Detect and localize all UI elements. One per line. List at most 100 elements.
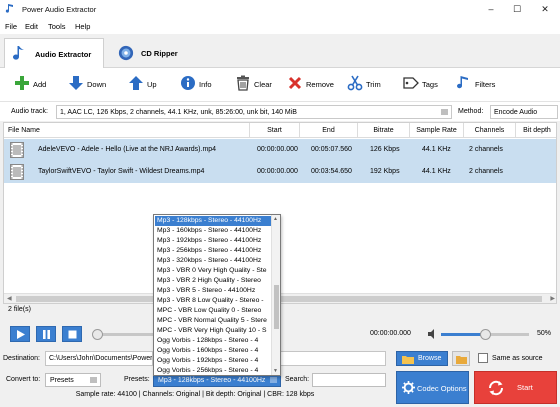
preset-option[interactable]: Mp3 - 192kbps - Stereo - 44100Hz: [155, 236, 272, 246]
column-bit-depth[interactable]: Bit depth: [516, 123, 556, 138]
current-time: 00:00:00.000: [370, 330, 411, 337]
tags-label: Tags: [422, 80, 438, 89]
preset-option[interactable]: Ogg Vorbis - 128kbps - Stereo - 4: [155, 336, 272, 346]
preset-option[interactable]: Ogg Vorbis - 160kbps - Stereo - 4: [155, 346, 272, 356]
trash-icon: [237, 75, 249, 91]
start-button[interactable]: Start: [474, 371, 557, 404]
close-icon[interactable]: ✕: [532, 0, 558, 19]
menu-help[interactable]: Help: [75, 22, 90, 31]
scissors-icon: [347, 75, 363, 91]
column-end[interactable]: End: [300, 123, 358, 138]
tab-audio-extractor[interactable]: Audio Extractor: [4, 38, 104, 68]
play-icon: [17, 330, 25, 339]
codec-options-button[interactable]: Codec Options: [396, 371, 469, 404]
convert-to-select[interactable]: Presets: [45, 373, 101, 387]
column-sample-rate[interactable]: Sample Rate: [410, 123, 464, 138]
menu-file[interactable]: File: [5, 22, 17, 31]
tab-cd-ripper[interactable]: CD Ripper: [108, 38, 188, 68]
volume-knob[interactable]: [480, 329, 491, 340]
scroll-down-icon[interactable]: ▼: [273, 368, 278, 374]
tag-icon: [403, 77, 419, 89]
column-channels[interactable]: Channels: [464, 123, 516, 138]
open-folder-icon: [456, 356, 467, 364]
preset-option[interactable]: Mp3 - 128kbps - Stereo - 44100Hz: [155, 216, 272, 226]
cell-start: 00:00:00.000: [257, 168, 298, 175]
presets-dropdown-list[interactable]: Mp3 - 128kbps - Stereo - 44100Hz Mp3 - 16…: [153, 214, 281, 376]
presets-label: Presets:: [124, 376, 150, 383]
cd-icon: [118, 45, 134, 61]
preset-option[interactable]: Ogg Vorbis - 256kbps - Stereo - 4: [155, 366, 272, 375]
menu-edit[interactable]: Edit: [25, 22, 38, 31]
scroll-up-icon[interactable]: ▲: [273, 216, 278, 222]
cell-sample-rate: 44.1 KHz: [422, 168, 451, 175]
arrow-up-icon: [129, 76, 143, 90]
column-file-name[interactable]: File Name: [4, 123, 250, 138]
cell-end: 00:05:07.560: [311, 146, 352, 153]
destination-path: C:\Users\John\Documents\Power: [49, 355, 153, 362]
convert-to-value: Presets: [50, 377, 74, 384]
cell-channels: 2 channels: [469, 146, 503, 153]
arrow-down-icon: [69, 76, 83, 90]
pause-icon: [43, 330, 50, 339]
cell-sample-rate: 44.1 KHz: [422, 146, 451, 153]
up-label: Up: [147, 80, 157, 89]
stop-button[interactable]: [62, 326, 82, 342]
preset-option[interactable]: Mp3 - VBR 2 High Quality - Stereo: [155, 276, 272, 286]
open-folder-button[interactable]: [452, 351, 470, 366]
window-title: Power Audio Extractor: [22, 5, 97, 14]
preset-option[interactable]: Mp3 - 160kbps - Stereo - 44100Hz: [155, 226, 272, 236]
destination-input-extension[interactable]: [280, 351, 386, 366]
cell-end: 00:03:54.650: [311, 168, 352, 175]
menu-tools[interactable]: Tools: [48, 22, 66, 31]
preset-option[interactable]: Mp3 - 320kbps - Stereo - 44100Hz: [155, 256, 272, 266]
music-note-icon: [13, 46, 24, 60]
destination-label: Destination:: [3, 355, 40, 362]
preset-option[interactable]: Ogg Vorbis - 192kbps - Stereo - 4: [155, 356, 272, 366]
video-file-icon: [10, 164, 24, 180]
preset-option[interactable]: Mp3 - VBR 0 Very High Quality - Ste: [155, 266, 272, 276]
cell-file-name: TaylorSwiftVEVO - Taylor Swift - Wildest…: [38, 168, 205, 175]
maximize-icon[interactable]: ☐: [504, 0, 530, 19]
tab-cd-ripper-label: CD Ripper: [141, 49, 178, 58]
column-bitrate[interactable]: Bitrate: [358, 123, 410, 138]
browse-label: Browse: [418, 355, 442, 362]
cell-file-name: AdeleVEVO - Adele - Hello (Live at the N…: [38, 146, 217, 153]
clear-label: Clear: [254, 80, 272, 89]
preset-option[interactable]: Mp3 - VBR 5 - Stereo - 44100Hz: [155, 286, 272, 296]
preset-option[interactable]: MPC - VBR Low Quality 0 - Stereo: [155, 306, 272, 316]
search-label: Search:: [285, 376, 310, 383]
table-row[interactable]: TaylorSwiftVEVO - Taylor Swift - Wildest…: [4, 161, 556, 183]
seek-knob[interactable]: [92, 329, 103, 340]
search-input[interactable]: [312, 373, 386, 387]
dropdown-scrollbar[interactable]: ▲ ▼: [271, 215, 280, 375]
audio-track-select[interactable]: 1, AAC LC, 126 Kbps, 2 channels, 44.1 KH…: [56, 105, 452, 119]
table-row[interactable]: AdeleVEVO - Adele - Hello (Live at the N…: [4, 139, 556, 161]
add-label: Add: [33, 80, 47, 89]
cell-channels: 2 channels: [469, 168, 503, 175]
pause-button[interactable]: [36, 326, 56, 342]
down-label: Down: [87, 80, 107, 89]
preset-option[interactable]: MPC - VBR Very High Quality 10 - S: [155, 326, 272, 336]
plus-icon: [15, 76, 29, 90]
same-as-source-checkbox[interactable]: [478, 353, 488, 363]
preset-option[interactable]: Mp3 - 256kbps - Stereo - 44100Hz: [155, 246, 272, 256]
cell-bitrate: 192 Kbps: [370, 168, 400, 175]
scroll-left-icon[interactable]: ◀: [7, 295, 12, 302]
dropdown-scroll-thumb[interactable]: [274, 285, 279, 329]
method-select[interactable]: Encode Audio: [490, 105, 558, 119]
preset-option[interactable]: Mp3 - VBR 8 Low Quality - Stereo -: [155, 296, 272, 306]
scroll-right-icon[interactable]: ▶: [550, 295, 555, 302]
toolbar: Add Down Up Info Clear Remove Trim Tags …: [0, 68, 560, 101]
column-start[interactable]: Start: [250, 123, 300, 138]
browse-button[interactable]: Browse: [396, 351, 448, 366]
speaker-icon[interactable]: [428, 329, 438, 339]
destination-input[interactable]: C:\Users\John\Documents\Power: [45, 351, 153, 366]
preset-option[interactable]: MPC - VBR Normal Quality 5 - Stere: [155, 316, 272, 326]
cell-bitrate: 126 Kbps: [370, 146, 400, 153]
play-button[interactable]: [10, 326, 30, 342]
stop-icon: [68, 330, 77, 339]
menu-bar: File Edit Tools Help: [0, 19, 560, 34]
file-count: 2 file(s): [8, 306, 31, 313]
minimize-icon[interactable]: –: [478, 0, 504, 19]
volume-percent: 50%: [537, 330, 552, 337]
